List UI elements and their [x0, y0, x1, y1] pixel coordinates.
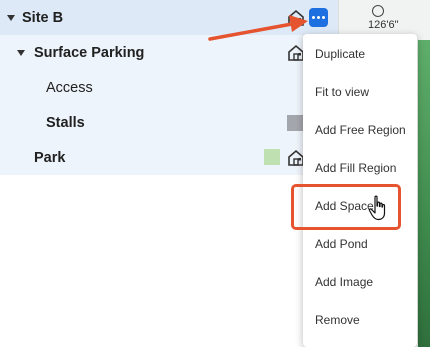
annotation-arrow [208, 15, 308, 41]
